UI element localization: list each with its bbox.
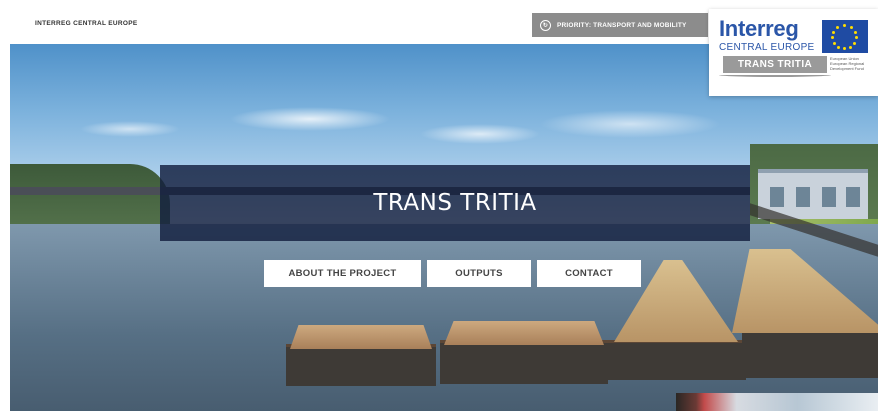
eu-caption: European Union European Regional Develop…	[830, 56, 865, 71]
logo-swoosh	[719, 73, 831, 77]
barge-4	[742, 330, 878, 378]
sky-clouds	[10, 94, 878, 154]
barge-1	[286, 325, 436, 386]
logo-interreg-text: Interreg	[719, 16, 799, 41]
priority-button[interactable]: ↻ PRIORITY: TRANSPORT AND MOBILITY	[532, 13, 708, 37]
outputs-button[interactable]: OUTPUTS	[427, 260, 531, 287]
logo-project-name: TRANS TRITIA	[723, 56, 827, 73]
barge-3	[606, 340, 746, 380]
brand-link[interactable]: INTERREG CENTRAL EUROPE	[35, 20, 137, 27]
contact-button[interactable]: CONTACT	[537, 260, 641, 287]
barge-2	[440, 321, 608, 384]
priority-label: PRIORITY: TRANSPORT AND MOBILITY	[557, 21, 687, 29]
hero-title: TRANS TRITIA	[373, 190, 537, 216]
logo-central-europe-text: CENTRAL EUROPE	[719, 42, 815, 53]
eu-flag-icon	[822, 20, 868, 53]
hero-title-band: TRANS TRITIA	[160, 165, 750, 241]
next-section-photo	[676, 393, 878, 411]
circle-arrow-icon: ↻	[540, 19, 551, 31]
about-project-button[interactable]: ABOUT THE PROJECT	[264, 260, 421, 287]
interreg-logo[interactable]: Interreg CENTRAL EUROPE TRANS TRITIA Eur…	[709, 9, 878, 96]
